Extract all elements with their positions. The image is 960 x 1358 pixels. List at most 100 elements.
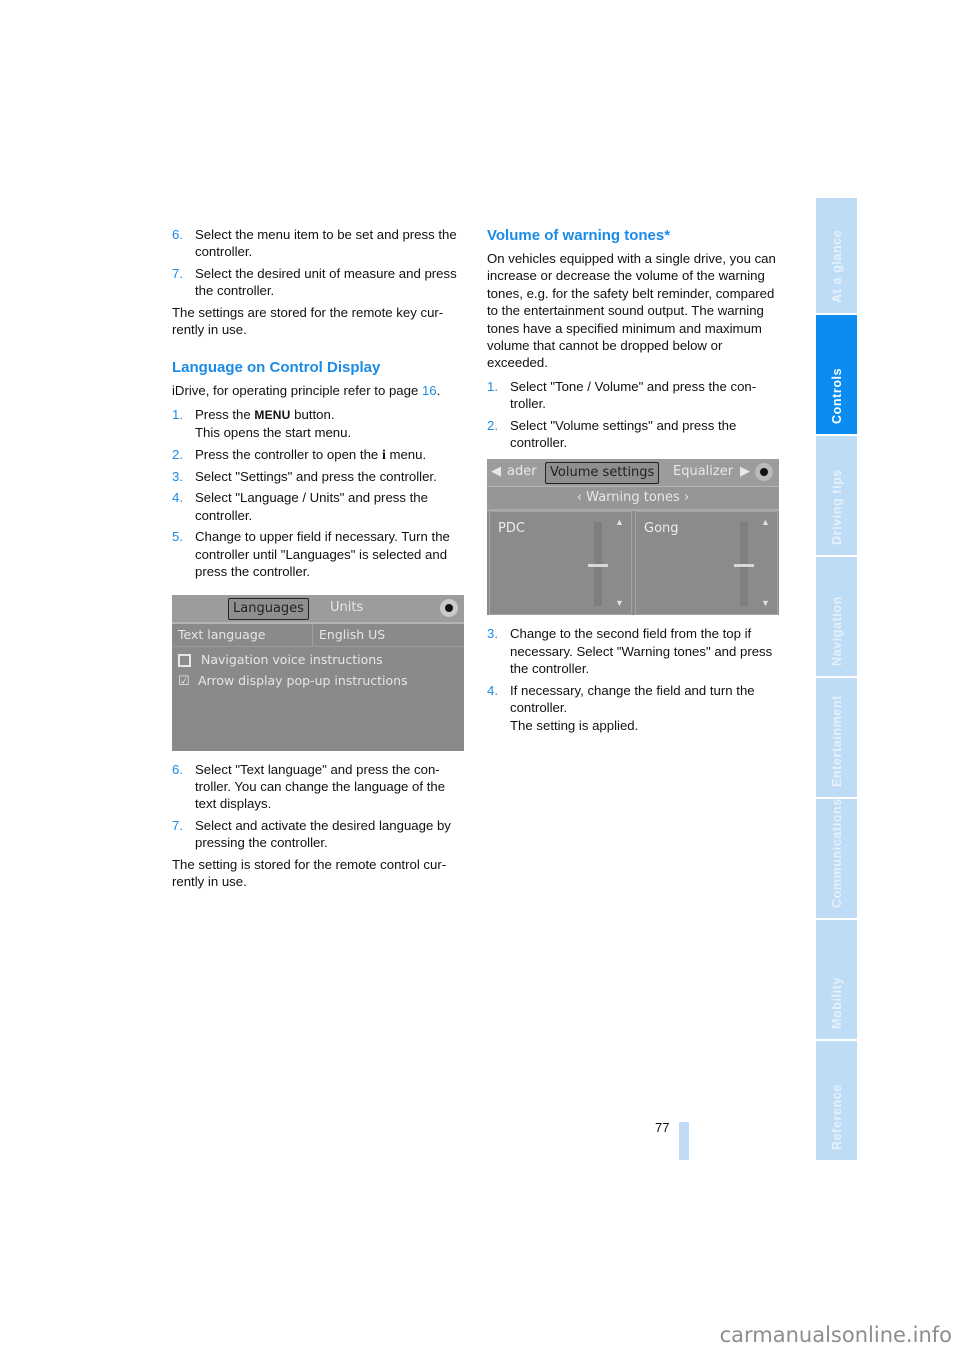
nav-tab-label: Navigation xyxy=(829,596,844,666)
step-item: 1. Select "Tone / Volume" and press the … xyxy=(487,378,783,413)
screen-tab-bar: Languages Units xyxy=(172,594,464,624)
step-text: button. xyxy=(290,406,335,422)
volume-panel-gong: Gong ▲ ▼ xyxy=(635,511,778,616)
language-screen-image: Languages Units Text language English US… xyxy=(172,594,464,751)
step-item: 6. Select "Text language" and press the … xyxy=(172,761,464,813)
nav-tab-entertainment[interactable]: Entertainment xyxy=(816,678,857,797)
step-item: 3. Select "Settings" and press the contr… xyxy=(172,468,464,485)
step-number: 7. xyxy=(172,265,183,281)
arrow-up-icon: ▲ xyxy=(615,517,624,528)
step-number: 5. xyxy=(172,529,183,545)
text-language-row: Text language English US xyxy=(172,623,464,647)
page-number: 77 xyxy=(655,1120,670,1135)
step-text: Select "Text language" and press the con… xyxy=(195,761,446,812)
step-item: 6. Select the menu item to be set and pr… xyxy=(172,226,464,261)
idrive-suffix: . xyxy=(436,383,441,399)
nav-tab-controls[interactable]: Controls xyxy=(816,315,857,434)
controller-joystick-icon xyxy=(755,463,773,482)
nav-tab-label: Controls xyxy=(829,367,844,424)
volume-slider-thumb xyxy=(734,564,754,568)
idrive-reference: iDrive, for operating principle refer to… xyxy=(172,382,464,399)
tab-fader: ader xyxy=(507,464,537,480)
step-number: 4. xyxy=(487,682,498,698)
step-text: Select the desired unit of measure and p… xyxy=(195,265,457,299)
step-text: If necessary, change the field and turn … xyxy=(510,682,755,716)
chapter-side-nav: At a glance Controls Driving tips Naviga… xyxy=(816,198,857,1162)
arrow-up-icon: ▲ xyxy=(761,517,770,528)
step-text: menu. xyxy=(385,446,427,462)
tab-languages: Languages xyxy=(228,597,309,620)
left-column: 6. Select the menu item to be set and pr… xyxy=(172,226,464,896)
checkbox-checked-icon: ☑ xyxy=(178,673,190,689)
step-text: Change to the second field from the top … xyxy=(510,626,773,677)
step-item: 1. Press the MENU button. This opens the… xyxy=(172,406,464,442)
step-text: Select and activate the desired language… xyxy=(195,817,451,851)
screen-tab-bar: ◀ ader Volume settings Equalizer ▶ xyxy=(487,459,779,489)
checkbox-unchecked-icon xyxy=(178,653,191,667)
step-number: 6. xyxy=(172,227,183,242)
option-row: ☑ Arrow display pop-up instructions xyxy=(172,672,464,690)
nav-tab-communications[interactable]: Communications xyxy=(816,798,857,918)
arrow-down-icon: ▼ xyxy=(761,598,770,609)
step-text: The setting is applied. xyxy=(510,717,639,733)
step-item: 4. Select "Language / Units" and press t… xyxy=(172,489,464,524)
panel-label: Gong xyxy=(644,521,679,537)
option-label: Arrow display pop-up instructions xyxy=(198,672,408,688)
tab-units: Units xyxy=(330,599,364,615)
step-number: 2. xyxy=(487,417,498,433)
scroll-right-icon: ▶ xyxy=(740,464,750,480)
step-text: Press the xyxy=(195,406,255,422)
volume-slider-thumb xyxy=(588,564,608,568)
step-item: 2. Select "Volume settings" and press th… xyxy=(487,417,783,452)
menu-button-icon: MENU xyxy=(254,407,291,422)
option-row: Navigation voice instructions xyxy=(172,651,464,668)
nav-tab-label: Reference xyxy=(829,1084,844,1150)
nav-tab-at-a-glance[interactable]: At a glance xyxy=(816,198,857,313)
step-text: Select the menu item to be set and press… xyxy=(195,227,457,260)
step-text: Press the controller to open the xyxy=(195,446,382,462)
nav-tab-navigation[interactable]: Navigation xyxy=(816,557,857,676)
panel-label: PDC xyxy=(498,521,525,537)
option-label: Navigation voice instructions xyxy=(201,651,383,667)
nav-tab-reference[interactable]: Reference xyxy=(816,1041,857,1160)
idrive-prefix: iDrive, for operating principle refer to… xyxy=(172,383,422,399)
step-text: Change to upper field if necessary. Turn… xyxy=(195,529,450,580)
tab-equalizer: Equalizer xyxy=(673,464,734,480)
scroll-left-icon: ◀ xyxy=(491,464,501,480)
step-number: 1. xyxy=(487,378,498,394)
step-number: 7. xyxy=(172,817,183,833)
step-item: 3. Change to the second field from the t… xyxy=(487,625,783,677)
step-item: 7. Select the desired unit of measure an… xyxy=(172,265,464,300)
step-number: 3. xyxy=(487,626,498,642)
nav-tab-label: Communications xyxy=(829,798,844,908)
nav-tab-label: Driving tips xyxy=(829,469,844,545)
warning-tones-header: ‹ Warning tones › xyxy=(487,487,779,512)
step-text: This opens the start menu. xyxy=(195,425,352,441)
nav-tab-label: Entertainment xyxy=(829,695,844,787)
volume-panel-pdc: PDC ▲ ▼ xyxy=(489,511,632,616)
step-number: 3. xyxy=(172,469,183,485)
nav-tab-mobility[interactable]: Mobility xyxy=(816,920,857,1039)
watermark: carmanualsonline.info xyxy=(719,1323,952,1347)
step-number: 4. xyxy=(172,490,183,506)
step-item: 7. Select and activate the desired langu… xyxy=(172,817,464,852)
section-title-warning-tones: Volume of warning tones* xyxy=(487,227,671,244)
step-item: 5. Change to upper field if necessary. T… xyxy=(172,528,464,580)
nav-tab-label: At a glance xyxy=(829,229,844,303)
settings-note: The settings are stored for the remote k… xyxy=(172,304,444,338)
step-text: Select "Language / Units" and press the … xyxy=(195,490,428,523)
right-column: Volume of warning tones* On vehicles equ… xyxy=(487,226,783,738)
step-number: 6. xyxy=(172,761,183,777)
step-text: Select "Tone / Volume" and press the con… xyxy=(510,378,757,412)
chevron-right-icon: › xyxy=(679,490,690,506)
chevron-left-icon: ‹ xyxy=(576,490,587,506)
nav-tab-driving-tips[interactable]: Driving tips xyxy=(816,436,857,555)
step-item: 2. Press the controller to open the i me… xyxy=(172,446,464,464)
controller-joystick-icon xyxy=(440,598,458,617)
field-value: English US xyxy=(312,623,385,646)
page-link[interactable]: 16 xyxy=(422,383,437,398)
step-text: Select "Volume settings" and press the c… xyxy=(510,417,737,451)
step-number: 1. xyxy=(172,406,183,422)
volume-screen-image: ◀ ader Volume settings Equalizer ▶ ‹ War… xyxy=(487,459,779,616)
tab-volume-settings: Volume settings xyxy=(545,462,660,485)
